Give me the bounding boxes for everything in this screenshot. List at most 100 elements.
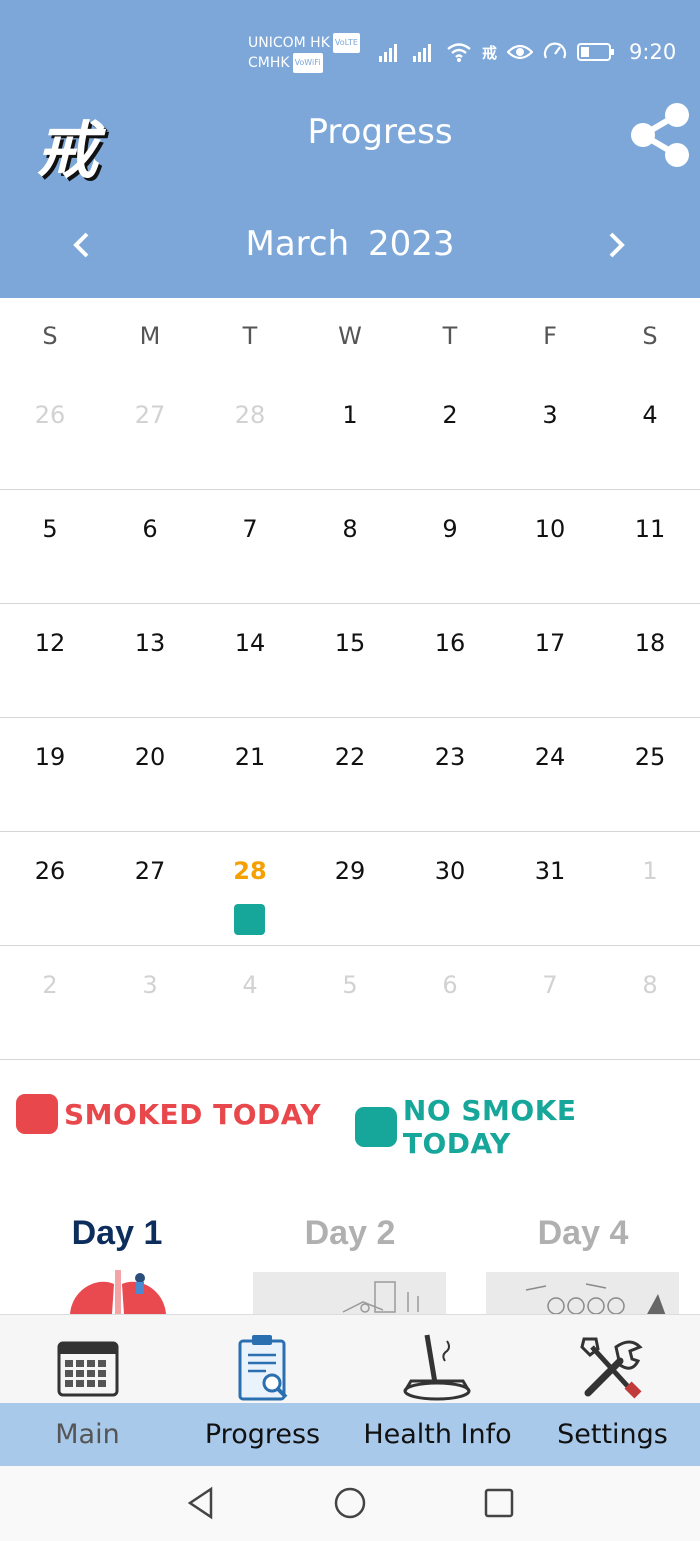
vowifi-badge: VoWiFi [292,53,323,73]
calendar-day[interactable]: 27 [100,376,200,489]
nav-health-info[interactable]: Health Info [350,1419,525,1450]
calendar-day[interactable]: 4 [200,946,300,1059]
calendar-day[interactable]: 4 [600,376,700,489]
nav-icons [0,1333,700,1407]
calendar-day[interactable]: 23 [400,718,500,831]
calendar-day[interactable]: 19 [0,718,100,831]
calendar-day[interactable]: 9 [400,490,500,603]
calendar-day[interactable]: 16 [400,604,500,717]
weekday-header: SMTWTFS [0,322,700,350]
calendar-day[interactable]: 28 [200,376,300,489]
day-number: 4 [242,971,258,999]
day-number: 2 [442,401,458,429]
system-navigation-bar [0,1466,700,1541]
calendar-day[interactable]: 29 [300,832,400,945]
chevron-right-icon[interactable] [604,230,628,260]
calendar-day[interactable]: 5 [300,946,400,1059]
calendar-day[interactable]: 26 [0,376,100,489]
day-number: 7 [542,971,558,999]
day-number: 14 [234,629,266,657]
carrier-info: UNICOM HK VoLTE CMHK VoWiFi [248,33,360,73]
day-number: 26 [34,401,66,429]
calendar-day[interactable]: 1 [600,832,700,945]
calendar-day[interactable]: 7 [200,490,300,603]
milestone-day-4[interactable]: Day 4 [483,1214,683,1253]
day-number: 28 [234,401,266,429]
notification-glyph: 戒 [482,43,498,62]
day-number: 10 [534,515,566,543]
calendar-week: 26 27 28 1 2 3 4 [0,376,700,490]
day-number: 8 [642,971,658,999]
day-number: 31 [534,857,566,885]
no-smoke-swatch [355,1107,397,1147]
calendar-day[interactable]: 5 [0,490,100,603]
day-4-thumbnail [486,1272,679,1316]
milestone-label: Day 2 [304,1214,396,1252]
tools-icon[interactable] [572,1333,652,1403]
volte-badge: VoLTE [332,33,360,53]
calendar-day[interactable]: 1 [300,376,400,489]
legend-no-smoke: NO SMOKE TODAY [355,1094,694,1160]
calendar-day[interactable]: 26 [0,832,100,945]
weekday-label: S [642,322,658,350]
calendar-day[interactable]: 13 [100,604,200,717]
carrier-1: UNICOM HK [248,35,330,51]
day-number: 8 [342,515,358,543]
calendar-day[interactable]: 17 [500,604,600,717]
calendar-day[interactable]: 27 [100,832,200,945]
calendar-day[interactable]: 2 [0,946,100,1059]
calendar-day-today[interactable]: 28 [200,832,300,945]
signal-2-icon [413,44,431,62]
share-icon[interactable] [630,102,692,168]
day-number: 3 [142,971,158,999]
day-number: 27 [134,857,166,885]
clipboard-search-icon[interactable] [222,1333,302,1403]
home-icon[interactable] [333,1486,367,1520]
calendar-day[interactable]: 15 [300,604,400,717]
calendar-day[interactable]: 21 [200,718,300,831]
calendar-day[interactable]: 20 [100,718,200,831]
speed-gauge-icon [543,42,567,59]
calendar-day[interactable]: 30 [400,832,500,945]
calendar-day[interactable]: 14 [200,604,300,717]
calendar-day[interactable]: 12 [0,604,100,717]
calendar-day[interactable]: 8 [600,946,700,1059]
calendar-week: 2 3 4 5 6 7 8 [0,946,700,1060]
month-label: March [245,224,350,264]
calendar-day[interactable]: 24 [500,718,600,831]
calendar-day[interactable]: 6 [100,490,200,603]
calendar-day[interactable]: 2 [400,376,500,489]
calendar-day[interactable]: 3 [500,376,600,489]
day-number: 26 [34,857,66,885]
calendar-day[interactable]: 6 [400,946,500,1059]
nav-settings[interactable]: Settings [525,1419,700,1450]
calendar-grid: 26 27 28 1 2 3 4 5 6 7 8 9 10 11 12 13 14 15 16 17 18 19 20 21 2… [0,376,700,1060]
recents-icon[interactable] [483,1486,515,1520]
back-icon[interactable] [185,1486,217,1520]
nav-main[interactable]: Main [0,1419,175,1450]
nav-labels: Main Progress Health Info Settings [0,1403,700,1466]
calendar-day[interactable]: 18 [600,604,700,717]
calendar-day[interactable]: 7 [500,946,600,1059]
calendar-icon[interactable] [48,1333,128,1403]
milestone-day-2[interactable]: Day 2 [250,1214,450,1253]
legend-smoked: SMOKED TODAY [16,1094,321,1134]
day-number: 19 [34,743,66,771]
day-number: 30 [434,857,466,885]
calendar-day[interactable]: 22 [300,718,400,831]
calendar-day[interactable]: 25 [600,718,700,831]
nav-progress[interactable]: Progress [175,1419,350,1450]
milestone-day-1[interactable]: Day 1 [17,1214,217,1253]
calendar-day[interactable]: 8 [300,490,400,603]
bottom-navigation: Main Progress Health Info Settings [0,1314,700,1467]
calendar-day[interactable]: 10 [500,490,600,603]
day-number: 23 [434,743,466,771]
ashtray-icon[interactable] [397,1333,477,1403]
weekday-label: M [139,322,161,350]
weekday-label: F [543,322,557,350]
smoked-swatch [16,1094,58,1134]
calendar-day[interactable]: 3 [100,946,200,1059]
calendar-day[interactable]: 11 [600,490,700,603]
calendar-day[interactable]: 31 [500,832,600,945]
calendar-week: 19 20 21 22 23 24 25 [0,718,700,832]
